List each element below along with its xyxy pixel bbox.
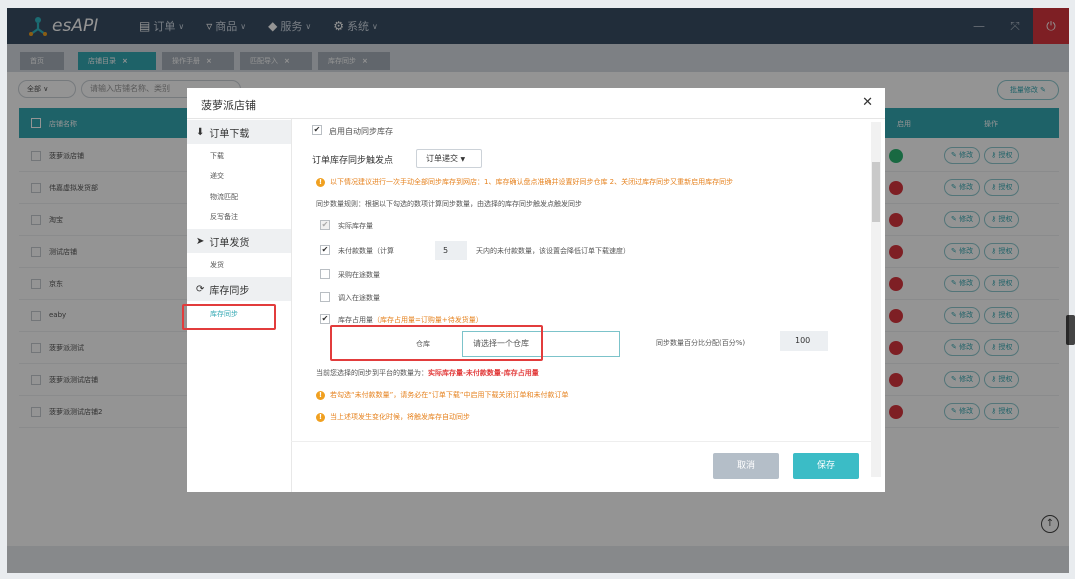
section-label: 订单发货 <box>209 237 250 249</box>
divider <box>291 441 871 442</box>
unpaid-suffix: 天内的未付款数量，该设置会降低订单下载速度） <box>476 247 630 255</box>
enable-sync-checkbox[interactable]: ✔ <box>312 125 322 135</box>
download-icon: ⬇ <box>196 126 205 138</box>
modal-title: 菠萝派店铺 <box>201 99 256 112</box>
sidebar-item-download[interactable]: 下载 <box>210 151 224 161</box>
section-label: 订单下载 <box>209 128 250 140</box>
trigger-value: 订单递交 <box>426 154 458 163</box>
highlight-warehouse <box>330 325 543 361</box>
close-icon[interactable]: ✕ <box>862 95 873 110</box>
sync-notice-text: 以下情况建议进行一次手动全部同步库存到网店：1、库存确认盘点准确并设置好同步仓库… <box>330 178 734 186</box>
warning-icon: ! <box>316 391 325 400</box>
occupy-text: 库存占用量 <box>338 316 373 324</box>
transfer-transit-label: 调入在途数量 <box>338 294 380 302</box>
caret-down-icon: ▼ <box>460 156 466 163</box>
warning-icon: ! <box>316 178 325 187</box>
formula-line: 当前您选择的同步到平台的数量为：实际库存量-未付款数量-库存占用量 <box>316 368 539 378</box>
transfer-transit-checkbox[interactable] <box>320 292 330 302</box>
section-order-download[interactable]: ⬇ 订单下载 <box>187 120 291 144</box>
purchase-transit-checkbox[interactable] <box>320 269 330 279</box>
warning-icon: ! <box>316 413 325 422</box>
formula-prefix: 当前您选择的同步到平台的数量为： <box>316 369 428 377</box>
refresh-icon: ⟳ <box>196 283 205 295</box>
tip-unpaid-text: 若勾选“未付款数量”，请务必在“订单下载”中启用下载关闭订单和未付款订单 <box>330 391 569 399</box>
sidebar-item-logistics-match[interactable]: 物流匹配 <box>210 192 238 202</box>
formula-value: 实际库存量-未付款数量-库存占用量 <box>428 369 539 377</box>
app-root: esAPI ▤ 订单 ∨ ▿ 商品 ∨ ◆ 服务 ∨ ⚙ 系统 ∨ — ⤧ ⏻ … <box>0 0 1075 579</box>
send-icon: ➤ <box>196 235 205 247</box>
sidebar-item-remark[interactable]: 反写备注 <box>210 212 238 222</box>
scrollbar-thumb[interactable] <box>872 162 880 222</box>
rule-text: 同步数量规则：根据以下勾选的数项计算同步数量，由选择的库存同步触发点触发同步 <box>316 200 582 208</box>
actual-stock-checkbox: ✔ <box>320 220 330 230</box>
section-order-ship[interactable]: ➤ 订单发货 <box>187 229 291 253</box>
highlight-stock-sync-item <box>182 304 276 330</box>
sidebar-item-submit[interactable]: 递交 <box>210 171 224 181</box>
sidebar-item-ship[interactable]: 发货 <box>210 260 224 270</box>
occupy-note: （库存占用量=订购量+待发货量） <box>373 316 483 324</box>
trigger-select[interactable]: 订单递交 ▼ <box>416 149 482 168</box>
occupy-label: 库存占用量（库存占用量=订购量+待发货量） <box>338 315 483 325</box>
save-button[interactable]: 保存 <box>793 453 859 479</box>
enable-sync-label: 启用自动同步库存 <box>329 127 393 136</box>
tip-auto-sync: ! 当上述项发生变化时候，将触发库存自动同步 <box>316 412 470 422</box>
tip-unpaid: ! 若勾选“未付款数量”，请务必在“订单下载”中启用下载关闭订单和未付款订单 <box>316 390 569 400</box>
modal-form: ✔ 启用自动同步库存 订单库存同步触发点 订单递交 ▼ ! 以下情况建议进行一次手… <box>291 119 871 492</box>
unpaid-label: 未付款数量（计算 <box>338 247 394 255</box>
pct-input[interactable]: 100 <box>780 331 828 351</box>
occupy-checkbox[interactable]: ✔ <box>320 314 330 324</box>
actual-stock-label: 实际库存量 <box>338 222 373 230</box>
modal-scrollbar[interactable] <box>871 122 881 477</box>
pct-label: 同步数量百分比分配(百分%) <box>656 339 746 347</box>
section-stock-sync[interactable]: ⟳ 库存同步 <box>187 277 291 301</box>
stock-sync-modal: 菠萝派店铺 ✕ ⬇ 订单下载 下载 递交 物流匹配 反写备注 ➤ 订单发货 发货… <box>187 88 885 492</box>
trigger-label: 订单库存同步触发点 <box>312 156 394 166</box>
unpaid-days-input[interactable]: 5 <box>435 241 467 260</box>
sync-notice: ! 以下情况建议进行一次手动全部同步库存到网店：1、库存确认盘点准确并设置好同步仓… <box>316 177 733 187</box>
unpaid-checkbox[interactable]: ✔ <box>320 245 330 255</box>
tip-auto-sync-text: 当上述项发生变化时候，将触发库存自动同步 <box>330 413 470 421</box>
purchase-transit-label: 采购在途数量 <box>338 271 380 279</box>
section-label: 库存同步 <box>209 285 250 297</box>
cancel-button[interactable]: 取消 <box>713 453 779 479</box>
